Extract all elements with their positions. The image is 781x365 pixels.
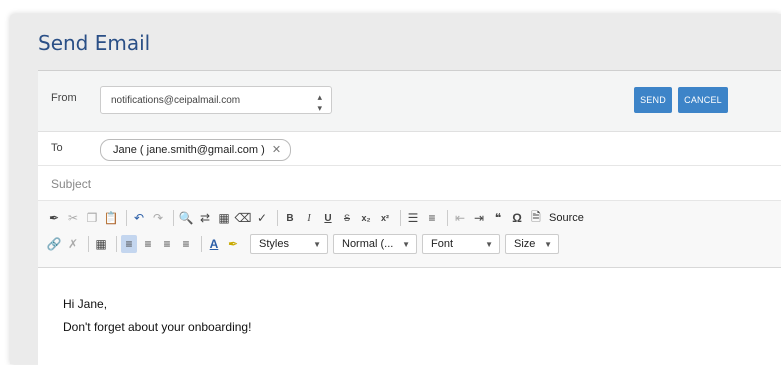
subscript-icon[interactable]: x₂ bbox=[358, 209, 374, 227]
superscript-icon[interactable]: x² bbox=[377, 209, 393, 227]
numbered-list-icon[interactable]: ☰ bbox=[405, 209, 421, 227]
table-icon[interactable]: ▦ bbox=[93, 235, 109, 253]
highlight-color-icon[interactable]: ✒ bbox=[225, 235, 241, 253]
to-row: To Jane ( jane.smith@gmail.com ) ✕ bbox=[38, 132, 781, 166]
toolbar-row-2: 🔗 ✗ ▦ ≡ ≡ ≡ ≡ A ✒ Styles ▼ Normal (... ▼… bbox=[46, 234, 564, 254]
recipient-chip[interactable]: Jane ( jane.smith@gmail.com ) ✕ bbox=[100, 139, 292, 161]
subject-row bbox=[38, 166, 781, 201]
format-combo[interactable]: Normal (... ▼ bbox=[333, 234, 417, 254]
cut-icon[interactable]: ✂ bbox=[65, 209, 81, 227]
source-icon[interactable]: 🗎 bbox=[528, 209, 544, 227]
bulleted-list-icon[interactable]: ≡ bbox=[424, 209, 440, 227]
from-label: From bbox=[51, 92, 77, 104]
toolbar-separator bbox=[173, 210, 174, 226]
paste-icon[interactable]: 📋 bbox=[103, 209, 119, 227]
dialog-title: Send Email bbox=[38, 31, 151, 55]
editor-toolbar: ✒ ✂ ❐ 📋 ↶ ↷ 🔍 ⇄ ▦ ⌫ ✓ B I U S x₂ x² ☰ ≡ … bbox=[38, 201, 781, 268]
toolbar-separator bbox=[116, 236, 117, 252]
body-line: Hi Jane, bbox=[63, 297, 108, 311]
styles-combo[interactable]: Styles ▼ bbox=[250, 234, 328, 254]
cancel-button[interactable]: CANCEL bbox=[678, 87, 728, 113]
font-combo-label: Font bbox=[431, 238, 454, 250]
align-left-icon[interactable]: ≡ bbox=[121, 235, 137, 253]
styles-combo-label: Styles bbox=[259, 238, 289, 250]
bold-icon[interactable]: B bbox=[282, 209, 298, 227]
source-button-label[interactable]: Source bbox=[549, 212, 584, 224]
from-select[interactable]: notifications@ceipalmail.com ▴ ▾ bbox=[100, 86, 332, 114]
from-row: From notifications@ceipalmail.com ▴ ▾ SEN… bbox=[38, 71, 781, 132]
font-combo[interactable]: Font ▼ bbox=[422, 234, 500, 254]
chevron-down-icon: ▼ bbox=[313, 239, 321, 249]
underline-icon[interactable]: U bbox=[320, 209, 336, 227]
undo-icon[interactable]: ↶ bbox=[131, 209, 147, 227]
find-icon[interactable]: 🔍 bbox=[178, 209, 194, 227]
replace-icon[interactable]: ⇄ bbox=[197, 209, 213, 227]
link-icon[interactable]: 🔗 bbox=[46, 235, 62, 253]
toolbar-separator bbox=[277, 210, 278, 226]
email-form: From notifications@ceipalmail.com ▴ ▾ SEN… bbox=[38, 70, 781, 365]
eraser-icon[interactable]: ⌫ bbox=[235, 209, 252, 227]
size-combo[interactable]: Size ▼ bbox=[505, 234, 559, 254]
remove-format-icon[interactable]: ✒ bbox=[46, 209, 62, 227]
send-button[interactable]: SEND bbox=[634, 87, 672, 113]
spellcheck-icon[interactable]: ✓ bbox=[254, 209, 270, 227]
copy-icon[interactable]: ❐ bbox=[84, 209, 100, 227]
size-combo-label: Size bbox=[514, 238, 536, 250]
chevron-down-icon: ▼ bbox=[544, 239, 552, 249]
chevron-down-icon: ▼ bbox=[402, 239, 410, 249]
unlink-icon[interactable]: ✗ bbox=[65, 235, 81, 253]
toolbar-separator bbox=[447, 210, 448, 226]
body-line: Don't forget about your onboarding! bbox=[63, 320, 252, 334]
text-color-icon[interactable]: A bbox=[206, 235, 222, 253]
chevron-down-icon: ▼ bbox=[485, 239, 493, 249]
toolbar-separator bbox=[88, 236, 89, 252]
format-combo-label: Normal (... bbox=[342, 238, 394, 250]
send-email-dialog: Send Email From notifications@ceipalmail… bbox=[10, 14, 781, 365]
toolbar-separator bbox=[201, 236, 202, 252]
italic-icon[interactable]: I bbox=[301, 209, 317, 227]
blockquote-icon[interactable]: ❝ bbox=[490, 209, 506, 227]
justify-icon[interactable]: ≡ bbox=[178, 235, 194, 253]
align-center-icon[interactable]: ≡ bbox=[140, 235, 156, 253]
email-body-editor[interactable]: Hi Jane, Don't forget about your onboard… bbox=[38, 268, 781, 365]
to-label: To bbox=[51, 142, 63, 154]
from-select-value: notifications@ceipalmail.com bbox=[111, 95, 241, 106]
special-char-icon[interactable]: Ω bbox=[509, 209, 525, 227]
toolbar-separator bbox=[400, 210, 401, 226]
select-all-icon[interactable]: ▦ bbox=[216, 209, 232, 227]
subject-input[interactable] bbox=[51, 177, 651, 191]
select-updown-icon: ▴ ▾ bbox=[317, 92, 322, 113]
recipient-chip-label: Jane ( jane.smith@gmail.com ) bbox=[113, 144, 265, 156]
strikethrough-icon[interactable]: S bbox=[339, 209, 355, 227]
outdent-icon[interactable]: ⇤ bbox=[452, 209, 468, 227]
toolbar-separator bbox=[126, 210, 127, 226]
redo-icon[interactable]: ↷ bbox=[150, 209, 166, 227]
indent-icon[interactable]: ⇥ bbox=[471, 209, 487, 227]
remove-recipient-icon[interactable]: ✕ bbox=[272, 144, 281, 156]
align-right-icon[interactable]: ≡ bbox=[159, 235, 175, 253]
toolbar-row-1: ✒ ✂ ❐ 📋 ↶ ↷ 🔍 ⇄ ▦ ⌫ ✓ B I U S x₂ x² ☰ ≡ … bbox=[46, 208, 584, 228]
